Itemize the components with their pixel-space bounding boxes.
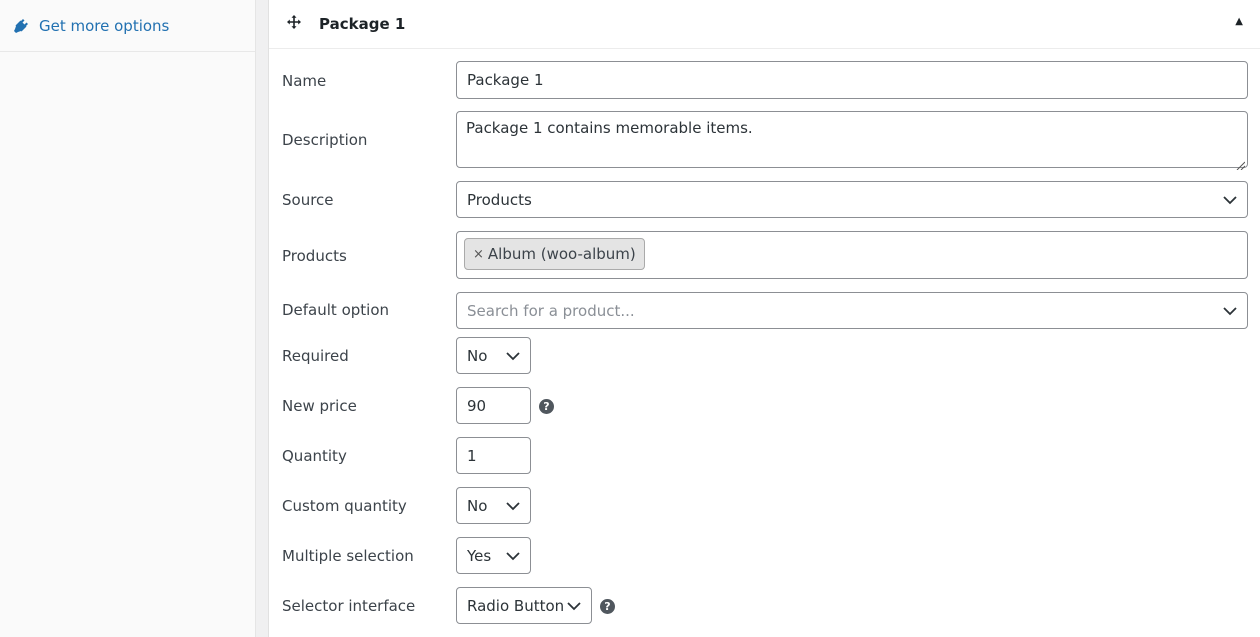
default-option-select[interactable]: Search for a product...: [456, 292, 1248, 329]
plug-icon: [14, 18, 28, 33]
row-source: Source Products: [269, 181, 1260, 218]
chevron-down-icon: [1223, 306, 1237, 316]
content-gutter: [256, 0, 268, 637]
description-value: Package 1 contains memorable items.: [466, 119, 753, 137]
sidebar-item-label: Get more options: [39, 16, 170, 35]
row-description: Description Package 1 contains memorable…: [269, 111, 1260, 171]
move-icon[interactable]: [287, 15, 301, 29]
row-products: Products × Album (woo-album): [269, 231, 1260, 279]
chevron-down-icon: [506, 551, 520, 561]
required-select-value: No: [467, 346, 488, 365]
selector-interface-select[interactable]: Radio Button: [456, 587, 592, 624]
row-quantity: Quantity 1: [269, 437, 1260, 474]
row-new-price: New price 90 ?: [269, 387, 1260, 424]
row-selector-interface: Selector interface Radio Button ?: [269, 587, 1260, 624]
default-option-label: Default option: [282, 301, 390, 319]
sidebar: Get more options: [0, 0, 256, 637]
row-custom-quantity: Custom quantity No: [269, 487, 1260, 524]
new-price-value: 90: [467, 396, 487, 415]
new-price-label: New price: [282, 397, 357, 415]
row-multiple-selection: Multiple selection Yes: [269, 537, 1260, 574]
help-icon[interactable]: ?: [600, 599, 615, 614]
quantity-label: Quantity: [282, 447, 347, 465]
multiple-selection-label: Multiple selection: [282, 547, 414, 565]
source-select[interactable]: Products: [456, 181, 1248, 218]
row-name: Name Package 1: [269, 61, 1260, 99]
required-select[interactable]: No: [456, 337, 531, 374]
description-label: Description: [282, 131, 368, 149]
help-icon[interactable]: ?: [539, 399, 554, 414]
required-label: Required: [282, 347, 349, 365]
sidebar-item-get-more-options[interactable]: Get more options: [0, 0, 255, 52]
panel-title: Package 1: [319, 15, 406, 33]
source-label: Source: [282, 191, 334, 209]
chevron-down-icon: [1223, 195, 1237, 205]
product-chip-label: Album (woo-album): [487, 245, 636, 263]
selector-interface-value: Radio Button: [467, 596, 565, 615]
package-panel: Package 1 ▲ Name Package 1 Description P…: [268, 0, 1260, 637]
products-multiselect[interactable]: × Album (woo-album): [456, 231, 1248, 279]
collapse-triangle-icon[interactable]: ▲: [1235, 16, 1243, 27]
new-price-input[interactable]: 90: [456, 387, 531, 424]
products-label: Products: [282, 247, 347, 265]
quantity-value: 1: [467, 446, 477, 465]
chevron-down-icon: [506, 501, 520, 511]
custom-quantity-select[interactable]: No: [456, 487, 531, 524]
resize-grip-icon[interactable]: [1236, 156, 1246, 171]
source-select-value: Products: [467, 190, 532, 209]
chevron-down-icon: [567, 601, 581, 611]
multiple-selection-value: Yes: [467, 546, 492, 565]
name-input-value: Package 1: [467, 71, 544, 89]
name-input[interactable]: Package 1: [456, 61, 1248, 99]
selector-interface-label: Selector interface: [282, 597, 416, 615]
default-option-placeholder: Search for a product...: [467, 301, 635, 320]
row-required: Required No: [269, 337, 1260, 374]
name-label: Name: [282, 72, 327, 90]
chevron-down-icon: [506, 351, 520, 361]
custom-quantity-label: Custom quantity: [282, 497, 407, 515]
multiple-selection-select[interactable]: Yes: [456, 537, 531, 574]
custom-quantity-value: No: [467, 496, 488, 515]
panel-header[interactable]: Package 1 ▲: [269, 0, 1260, 49]
description-textarea[interactable]: Package 1 contains memorable items.: [456, 111, 1248, 171]
row-default-option: Default option Search for a product...: [269, 292, 1260, 329]
remove-chip-icon[interactable]: ×: [473, 247, 484, 262]
quantity-input[interactable]: 1: [456, 437, 531, 474]
product-chip: × Album (woo-album): [464, 238, 645, 270]
